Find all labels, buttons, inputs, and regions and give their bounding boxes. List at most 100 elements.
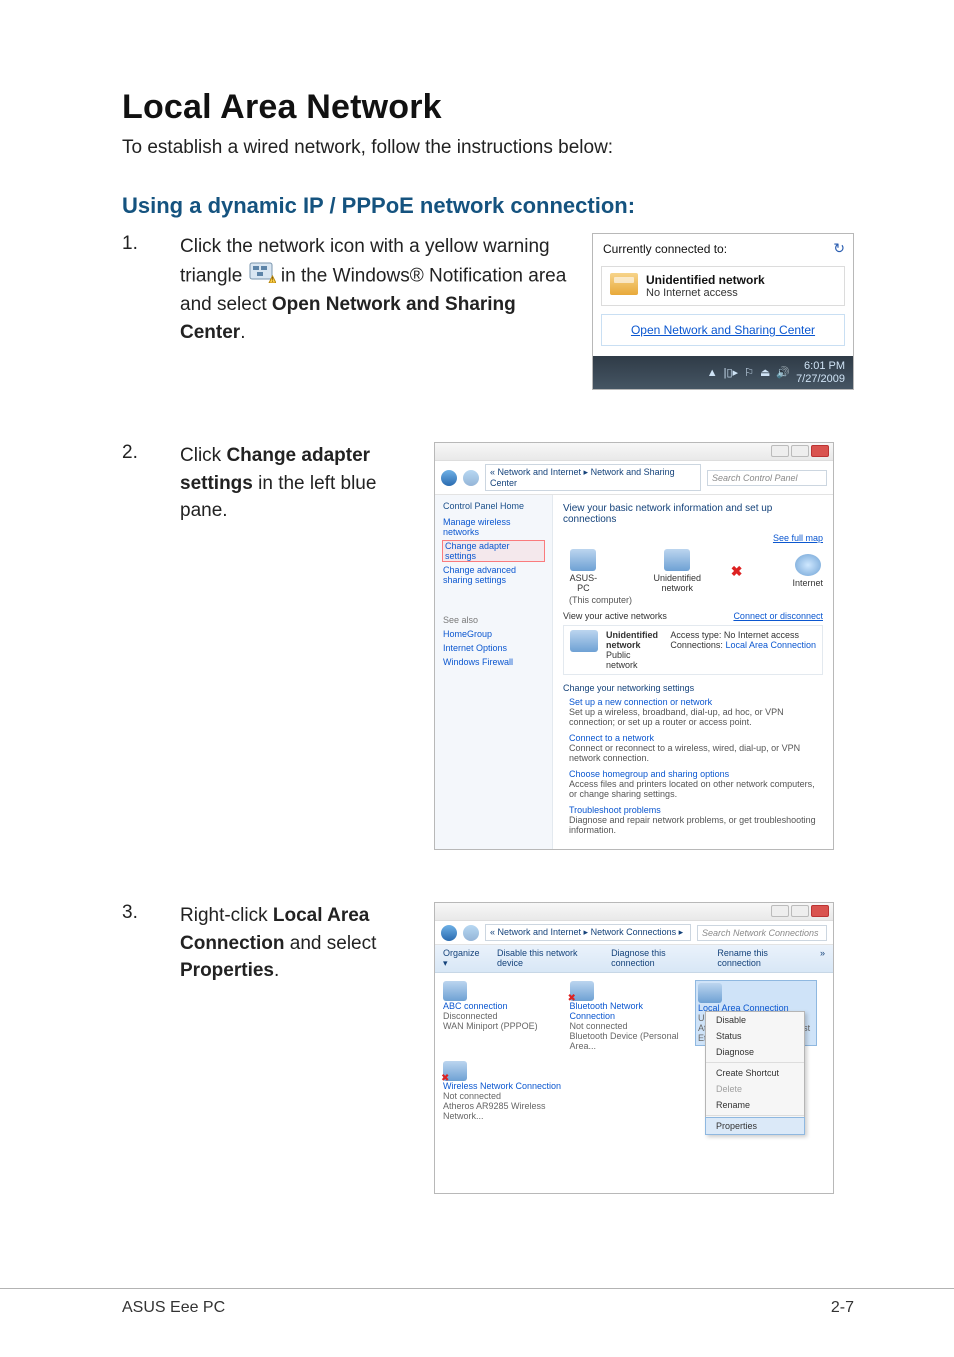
window-titlebar: [435, 903, 833, 921]
step-3-bold2: Properties: [180, 960, 274, 981]
breadcrumb[interactable]: « Network and Internet ▸ Network and Sha…: [485, 464, 701, 491]
minimize-button[interactable]: [771, 905, 789, 917]
access-type-value: No Internet access: [724, 630, 799, 640]
menu-disable[interactable]: Disable: [706, 1012, 804, 1028]
toolbar-more[interactable]: »: [820, 948, 825, 969]
sidebar-wireless[interactable]: Manage wireless networks: [443, 517, 544, 537]
item-setup-title: Set up a new connection or network: [569, 697, 712, 707]
sidebar-seealso: See also: [443, 615, 544, 625]
connection-icon: [698, 983, 722, 1003]
item-connect-desc: Connect or reconnect to a wireless, wire…: [569, 743, 823, 763]
step-1: 1. Click the network icon with a yellow …: [122, 233, 854, 390]
tray-flag-icon[interactable]: ⚐: [744, 366, 754, 379]
menu-status[interactable]: Status: [706, 1028, 804, 1044]
network-entry: Unidentified network No Internet access: [601, 266, 845, 306]
svg-text:!: !: [271, 277, 273, 283]
nav-back-icon[interactable]: [441, 925, 457, 941]
connection-status: Disconnected: [443, 1011, 563, 1021]
close-button[interactable]: [811, 905, 829, 917]
connection-abc[interactable]: ABC connection Disconnected WAN Miniport…: [443, 981, 563, 1031]
connection-name: Wireless Network Connection: [443, 1081, 563, 1091]
item-connect-network[interactable]: Connect to a networkConnect or reconnect…: [569, 733, 823, 763]
maximize-button[interactable]: [791, 905, 809, 917]
refresh-icon[interactable]: ↻: [833, 240, 845, 257]
item-setup-connection[interactable]: Set up a new connection or networkSet up…: [569, 697, 823, 727]
diagram-pc: ASUS-PC: [569, 549, 598, 593]
connect-disconnect-link[interactable]: Connect or disconnect: [733, 611, 823, 621]
step-1-post: .: [240, 322, 245, 343]
page-heading: Local Area Network: [122, 88, 854, 127]
see-full-map-link[interactable]: See full map: [773, 533, 823, 543]
step-3-pre: Right-click: [180, 905, 273, 926]
connection-wireless[interactable]: Wireless Network Connection Not connecte…: [443, 1061, 563, 1121]
view-active-label: View your active networks: [563, 611, 667, 621]
menu-delete: Delete: [706, 1081, 804, 1097]
toolbar-organize[interactable]: Organize ▾: [443, 948, 483, 969]
item-homegroup[interactable]: Choose homegroup and sharing optionsAcce…: [569, 769, 823, 799]
step-2-pre: Click: [180, 445, 226, 466]
menu-create-shortcut[interactable]: Create Shortcut: [706, 1065, 804, 1081]
menu-rename[interactable]: Rename: [706, 1097, 804, 1113]
connection-status: Not connected: [570, 1021, 690, 1031]
network-connections-window: « Network and Internet ▸ Network Connect…: [434, 902, 834, 1194]
nav-back-icon[interactable]: [441, 470, 457, 486]
window-titlebar: [435, 443, 833, 461]
tray-power-icon[interactable]: |▯▸: [724, 366, 738, 379]
tray-volume-icon[interactable]: 🔊: [776, 366, 790, 379]
sidebar-home[interactable]: Control Panel Home: [443, 501, 544, 511]
step-2-text: Click Change adapter settings in the lef…: [180, 442, 410, 525]
close-button[interactable]: [811, 445, 829, 457]
diagram-net: Unidentified network: [648, 549, 707, 593]
network-diagram: ASUS-PC Unidentified network ✖ Internet: [569, 549, 823, 593]
connection-icon: [570, 981, 594, 1001]
open-center-row: Open Network and Sharing Center: [601, 314, 845, 346]
sidebar-homegroup[interactable]: HomeGroup: [443, 629, 544, 639]
step-3-mid: and select: [285, 933, 377, 954]
sidebar-internet-options[interactable]: Internet Options: [443, 643, 544, 653]
diagram-pc-sub: (This computer): [569, 595, 823, 605]
step-2: 2. Click Change adapter settings in the …: [122, 442, 854, 850]
sidebar: Control Panel Home Manage wireless netwo…: [435, 495, 553, 849]
toolbar-rename[interactable]: Rename this connection: [717, 948, 806, 969]
taskbar-tray: ▲ |▯▸ ⚐ ⏏ 🔊 6:01 PM 7/27/2009: [593, 356, 853, 389]
tray-clock[interactable]: 6:01 PM 7/27/2009: [796, 360, 845, 385]
address-bar: « Network and Internet ▸ Network Connect…: [435, 921, 833, 945]
search-input[interactable]: Search Control Panel: [707, 470, 827, 486]
footer-left: ASUS Eee PC: [122, 1299, 225, 1317]
menu-properties[interactable]: Properties: [705, 1117, 805, 1135]
active-network-box: Unidentified network Public network Acce…: [563, 625, 823, 675]
connection-name: Bluetooth Network Connection: [570, 1001, 690, 1021]
connection-icon: [443, 981, 467, 1001]
open-network-center-link[interactable]: Open Network and Sharing Center: [631, 323, 815, 337]
tray-network-icon[interactable]: ⏏: [760, 366, 770, 379]
menu-diagnose[interactable]: Diagnose: [706, 1044, 804, 1060]
connection-device: Atheros AR9285 Wireless Network...: [443, 1101, 563, 1121]
maximize-button[interactable]: [791, 445, 809, 457]
item-troubleshoot[interactable]: Troubleshoot problemsDiagnose and repair…: [569, 805, 823, 835]
connections-area: ABC connection Disconnected WAN Miniport…: [435, 973, 833, 1193]
network-status: No Internet access: [646, 287, 765, 299]
item-connect-title: Connect to a network: [569, 733, 654, 743]
sidebar-change-adapter[interactable]: Change adapter settings: [443, 541, 544, 561]
main-pane: View your basic network information and …: [553, 495, 833, 849]
search-input[interactable]: Search Network Connections: [697, 925, 827, 941]
nav-forward-icon[interactable]: [463, 925, 479, 941]
toolbar-disable[interactable]: Disable this network device: [497, 948, 597, 969]
connection-bluetooth[interactable]: Bluetooth Network Connection Not connect…: [570, 981, 690, 1051]
tray-arrow-icon[interactable]: ▲: [707, 367, 718, 379]
minimize-button[interactable]: [771, 445, 789, 457]
connections-link[interactable]: Local Area Connection: [725, 640, 816, 650]
item-homegroup-desc: Access files and printers located on oth…: [569, 779, 823, 799]
active-network-name: Unidentified network: [606, 630, 662, 650]
nav-forward-icon[interactable]: [463, 470, 479, 486]
page-footer: ASUS Eee PC 2-7: [0, 1288, 954, 1317]
sidebar-firewall[interactable]: Windows Firewall: [443, 657, 544, 667]
diagram-inet-label: Internet: [792, 578, 823, 588]
breadcrumb[interactable]: « Network and Internet ▸ Network Connect…: [485, 924, 691, 941]
connected-label: Currently connected to:: [603, 242, 727, 256]
toolbar-diagnose[interactable]: Diagnose this connection: [611, 948, 703, 969]
subheading: Using a dynamic IP / PPPoE network conne…: [122, 193, 854, 219]
change-settings-header: Change your networking settings: [563, 683, 823, 693]
connection-status: Not connected: [443, 1091, 563, 1101]
sidebar-advanced-sharing[interactable]: Change advanced sharing settings: [443, 565, 544, 585]
